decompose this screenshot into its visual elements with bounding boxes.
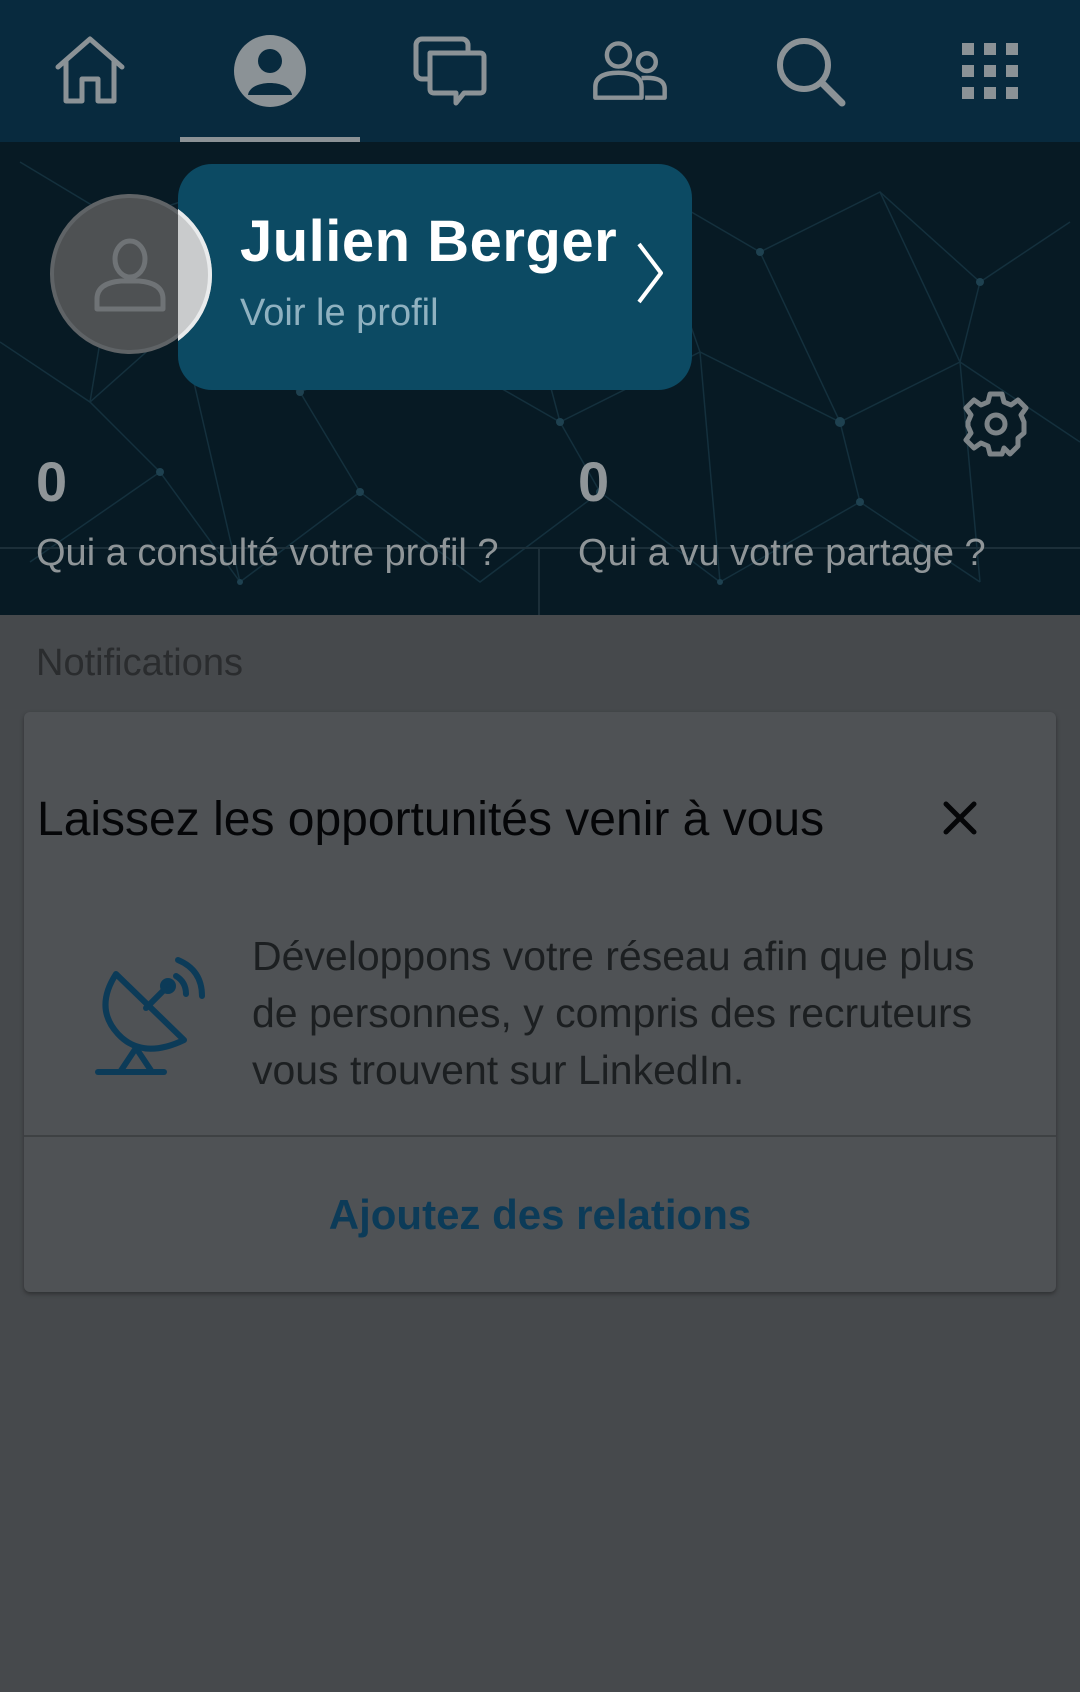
nav-messages[interactable] bbox=[360, 0, 540, 142]
profile-name: Julien Berger bbox=[240, 209, 618, 274]
close-icon[interactable] bbox=[940, 798, 980, 838]
stat-share-views-label: Qui a vu votre partage ? bbox=[578, 532, 986, 574]
nav-profile[interactable] bbox=[180, 0, 360, 142]
messages-icon bbox=[413, 36, 487, 106]
add-connections-button[interactable]: Ajoutez des relations bbox=[24, 1137, 1056, 1292]
stat-share-views-count: 0 bbox=[578, 450, 610, 513]
nav-apps[interactable] bbox=[900, 0, 1080, 142]
notification-card-body: Développons votre réseau afin que plus d… bbox=[252, 933, 975, 1093]
home-icon bbox=[55, 36, 125, 104]
nav-network[interactable] bbox=[540, 0, 720, 142]
network-icon bbox=[593, 41, 667, 100]
notifications-section-title: Notifications bbox=[36, 642, 243, 684]
stats-divider-vertical bbox=[538, 549, 540, 615]
profile-icon bbox=[234, 35, 306, 107]
settings-gear-icon[interactable] bbox=[962, 390, 1030, 458]
notification-card-title: Laissez les opportunités venir à vous bbox=[37, 793, 825, 846]
view-profile-card[interactable]: Julien Berger Voir le profil bbox=[178, 164, 692, 390]
satellite-dish-icon bbox=[95, 957, 205, 1075]
apps-grid-icon bbox=[962, 43, 1018, 99]
stat-share-views[interactable]: 0 Qui a vu votre partage ? bbox=[578, 454, 986, 575]
nav-search[interactable] bbox=[720, 0, 900, 142]
nav-home[interactable] bbox=[0, 0, 180, 142]
chevron-right-icon bbox=[637, 242, 663, 304]
stat-profile-views-count: 0 bbox=[36, 450, 68, 513]
view-profile-link[interactable]: Voir le profil bbox=[240, 292, 439, 335]
search-icon bbox=[777, 38, 846, 107]
stat-profile-views[interactable]: 0 Qui a consulté votre profil ? bbox=[36, 454, 499, 575]
stat-profile-views-label: Qui a consulté votre profil ? bbox=[36, 532, 499, 574]
top-nav-bar bbox=[0, 0, 1080, 142]
default-avatar-icon bbox=[94, 238, 166, 312]
